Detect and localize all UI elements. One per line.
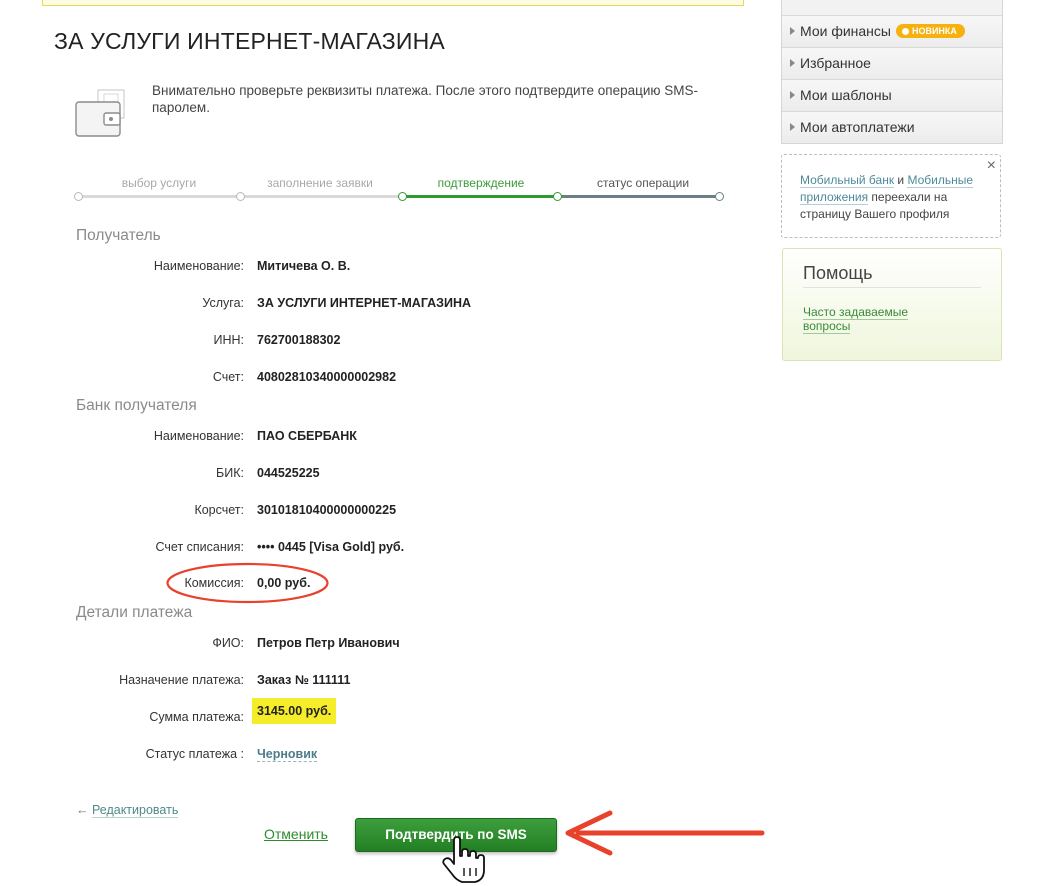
step-dot-5 bbox=[715, 192, 724, 201]
mobile-bank-link[interactable]: Мобильный банк bbox=[800, 173, 895, 188]
red-arrow-annotation bbox=[565, 810, 765, 856]
recipient-name-row: Наименование: Митичева О. В. bbox=[0, 259, 760, 279]
step-dot-3 bbox=[398, 192, 407, 201]
menu-triangle-icon bbox=[790, 59, 795, 67]
sidebar-item-favorites[interactable]: Избранное bbox=[782, 47, 1002, 79]
sidebar-item-finances[interactable]: Мои финансы НОВИНКА bbox=[782, 15, 1002, 47]
field-label: Корсчет: bbox=[194, 503, 244, 517]
menu-triangle-icon bbox=[790, 27, 795, 35]
field-value: Митичева О. В. bbox=[257, 259, 351, 273]
field-value: 30101810400000000225 bbox=[257, 503, 397, 517]
step-dot-4 bbox=[553, 192, 562, 201]
field-value: Черновик bbox=[257, 747, 318, 762]
sidebar-menu: Мои финансы НОВИНКА Избранное Мои шаблоны… bbox=[781, 0, 1003, 144]
sidebar-item-label: Избранное bbox=[800, 55, 871, 71]
sidebar-item-label: Мои финансы bbox=[800, 23, 891, 39]
field-value: 762700188302 bbox=[257, 333, 341, 347]
help-title: Помощь bbox=[803, 263, 873, 283]
field-value: 044525225 bbox=[257, 466, 320, 480]
recipient-service-row: Услуга: ЗА УСЛУГИ ИНТЕРНЕТ-МАГАЗИНА bbox=[0, 296, 760, 316]
help-divider bbox=[803, 287, 981, 288]
edit-link[interactable]: ← Редактировать bbox=[76, 803, 179, 818]
field-label: БИК: bbox=[216, 466, 244, 480]
sidebar-item-templates[interactable]: Мои шаблоны bbox=[782, 79, 1002, 111]
close-icon[interactable]: × bbox=[987, 157, 996, 175]
field-label: Статус платежа : bbox=[145, 747, 244, 761]
recipient-inn-row: ИНН: 762700188302 bbox=[0, 333, 760, 353]
sidebar-item-autopayments[interactable]: Мои автоплатежи bbox=[782, 111, 1002, 143]
field-label: Счет: bbox=[212, 370, 244, 384]
step-segment-3 bbox=[403, 195, 557, 198]
notice-and: и bbox=[894, 173, 908, 187]
edit-label: Редактировать bbox=[91, 803, 179, 818]
menu-triangle-icon bbox=[790, 91, 795, 99]
section-details: Детали платежа bbox=[76, 604, 193, 621]
step-label-4: статус операции bbox=[596, 176, 690, 190]
field-label: ИНН: bbox=[213, 333, 244, 347]
badge-label: НОВИНКА bbox=[911, 26, 957, 36]
sidebar-item-label: Мои автоплатежи bbox=[800, 119, 915, 135]
commission-highlight-ellipse bbox=[166, 562, 329, 604]
wallet-icon bbox=[75, 89, 125, 137]
info-text: Внимательно проверьте реквизиты платежа.… bbox=[152, 83, 699, 115]
field-value: ЗА УСЛУГИ ИНТЕРНЕТ-МАГАЗИНА bbox=[257, 296, 472, 310]
field-label: ФИО: bbox=[212, 636, 244, 650]
field-value: Петров Петр Иванович bbox=[257, 636, 400, 650]
step-dot-2 bbox=[236, 192, 245, 201]
field-label: Сумма платежа: bbox=[149, 710, 244, 724]
new-badge: НОВИНКА bbox=[895, 24, 965, 38]
faq-link-label: Часто задаваемые вопросы bbox=[803, 305, 909, 334]
cancel-link[interactable]: Отменить bbox=[264, 826, 328, 842]
bank-name-row: Наименование: ПАО СБЕРБАНК bbox=[0, 429, 760, 449]
amount-row: Сумма платежа: 3145.00 руб. bbox=[0, 698, 760, 730]
section-recipient: Получатель bbox=[76, 227, 161, 244]
field-value: 40802810340000002982 bbox=[257, 370, 397, 384]
field-label: Услуга: bbox=[202, 296, 244, 310]
step-label-2: заполнение заявки bbox=[267, 176, 373, 190]
notice-text: Мобильный банк и Мобильные приложения пе… bbox=[800, 172, 985, 223]
field-label: Назначение платежа: bbox=[119, 673, 244, 687]
status-draft-link[interactable]: Черновик bbox=[257, 747, 318, 762]
bank-bik-row: БИК: 044525225 bbox=[0, 466, 760, 486]
amount-value: 3145.00 руб. bbox=[252, 698, 337, 724]
hand-cursor-icon bbox=[442, 836, 485, 883]
back-arrow-icon: ← bbox=[76, 803, 89, 817]
help-panel: Помощь Часто задаваемые вопросы bbox=[782, 248, 1002, 361]
step-segment-2 bbox=[240, 195, 403, 198]
page-title: ЗА УСЛУГИ ИНТЕРНЕТ-МАГАЗИНА bbox=[54, 28, 445, 54]
commission-row: Комиссия: 0,00 руб. bbox=[0, 576, 760, 596]
top-notice-bar bbox=[42, 0, 744, 6]
menu-triangle-icon bbox=[790, 123, 795, 131]
recipient-account-row: Счет: 40802810340000002982 bbox=[0, 370, 760, 390]
sun-icon bbox=[901, 28, 909, 35]
section-bank: Банк получателя bbox=[76, 397, 197, 414]
purpose-row: Назначение платежа: Заказ № 111111 bbox=[0, 673, 760, 693]
bank-corr-account-row: Корсчет: 30101810400000000225 bbox=[0, 503, 760, 523]
sidebar-item-label: Мои шаблоны bbox=[800, 87, 892, 103]
status-row: Статус платежа : Черновик bbox=[0, 747, 760, 767]
amount-highlight: 3145.00 руб. bbox=[252, 698, 337, 724]
progress-steps: выбор услуги заполнение заявки подтвержд… bbox=[74, 176, 726, 202]
step-dot-1 bbox=[74, 192, 83, 201]
debit-account-row: Счет списания: •••• 0445 [Visa Gold] руб… bbox=[0, 540, 760, 560]
field-value: •••• 0445 [Visa Gold] руб. bbox=[257, 540, 405, 554]
step-label-1: выбор услуги bbox=[121, 176, 197, 190]
step-segment-4 bbox=[557, 195, 720, 198]
field-label: Наименование: bbox=[153, 429, 244, 443]
field-label: Счет списания: bbox=[155, 540, 244, 554]
field-value: ПАО СБЕРБАНК bbox=[257, 429, 357, 443]
faq-link[interactable]: Часто задаваемые вопросы bbox=[803, 305, 943, 334]
field-value: Заказ № 111111 bbox=[257, 673, 351, 687]
step-segment-1 bbox=[78, 195, 240, 198]
step-label-3: подтверждение bbox=[437, 176, 525, 190]
field-label: Наименование: bbox=[153, 259, 244, 273]
payer-name-row: ФИО: Петров Петр Иванович bbox=[0, 636, 760, 656]
mobile-notice: × Мобильный банк и Мобильные приложения … bbox=[781, 154, 1001, 238]
